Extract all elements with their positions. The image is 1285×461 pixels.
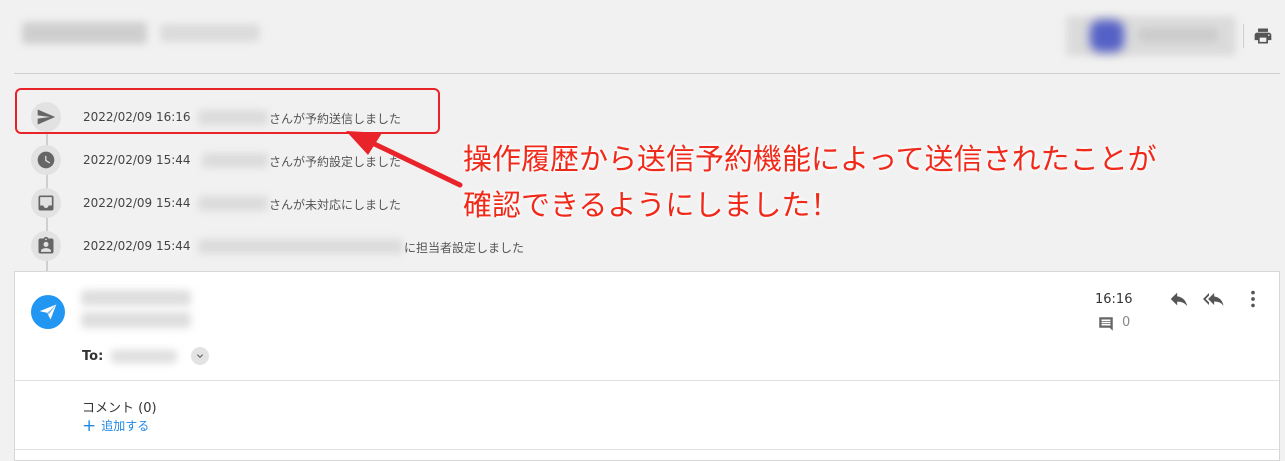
sender-name	[81, 290, 191, 306]
plus-icon: +	[82, 415, 97, 436]
reply-icon[interactable]	[1167, 288, 1191, 310]
timeline-assignees	[198, 239, 403, 254]
timeline-date: 2022/02/09 15:44	[83, 196, 191, 210]
comment-count: 0	[1122, 315, 1131, 330]
timeline-user	[198, 196, 268, 211]
add-comment-label: 追加する	[101, 419, 150, 433]
avatar[interactable]	[1090, 20, 1124, 52]
contact-icon	[31, 231, 61, 261]
subject	[81, 312, 191, 328]
inbox-icon	[31, 188, 61, 218]
card-separator	[15, 380, 1279, 381]
to-label: To:	[82, 349, 104, 364]
timeline-text: に担当者設定しました	[404, 241, 525, 255]
chevron-down-icon[interactable]	[191, 347, 209, 365]
reply-all-icon[interactable]	[1203, 288, 1227, 310]
timeline-user	[202, 153, 268, 168]
clock-icon	[31, 145, 61, 175]
to-address	[111, 350, 177, 363]
mailbox-title	[22, 22, 147, 44]
annotation-line-1: 操作履歴から送信予約機能によって送信されたことが	[463, 142, 1157, 176]
timeline-text: さんが未対応にしました	[269, 198, 402, 212]
annotation-arrow	[346, 131, 463, 188]
timeline-date: 2022/02/09 15:44	[83, 153, 191, 167]
printer-icon[interactable]	[1253, 26, 1273, 46]
mailbox-subtitle	[160, 24, 260, 42]
user-name	[1138, 28, 1218, 42]
annotation-line-2: 確認できるようにしました！	[463, 188, 840, 222]
comments-heading: コメント (0)	[82, 401, 157, 416]
message-card: To: 16:16 0 コメント (0) + 追加する	[14, 271, 1280, 461]
card-bottom-separator	[15, 449, 1279, 450]
header-divider	[1243, 24, 1244, 48]
paper-plane-icon	[31, 295, 65, 329]
add-comment-button[interactable]: + 追加する	[82, 417, 149, 434]
comment-icon	[1097, 315, 1115, 337]
timeline-date: 2022/02/09 15:44	[83, 239, 191, 253]
message-time: 16:16	[1095, 292, 1133, 307]
header-separator	[14, 73, 1280, 74]
more-vert-icon[interactable]	[1241, 288, 1265, 310]
